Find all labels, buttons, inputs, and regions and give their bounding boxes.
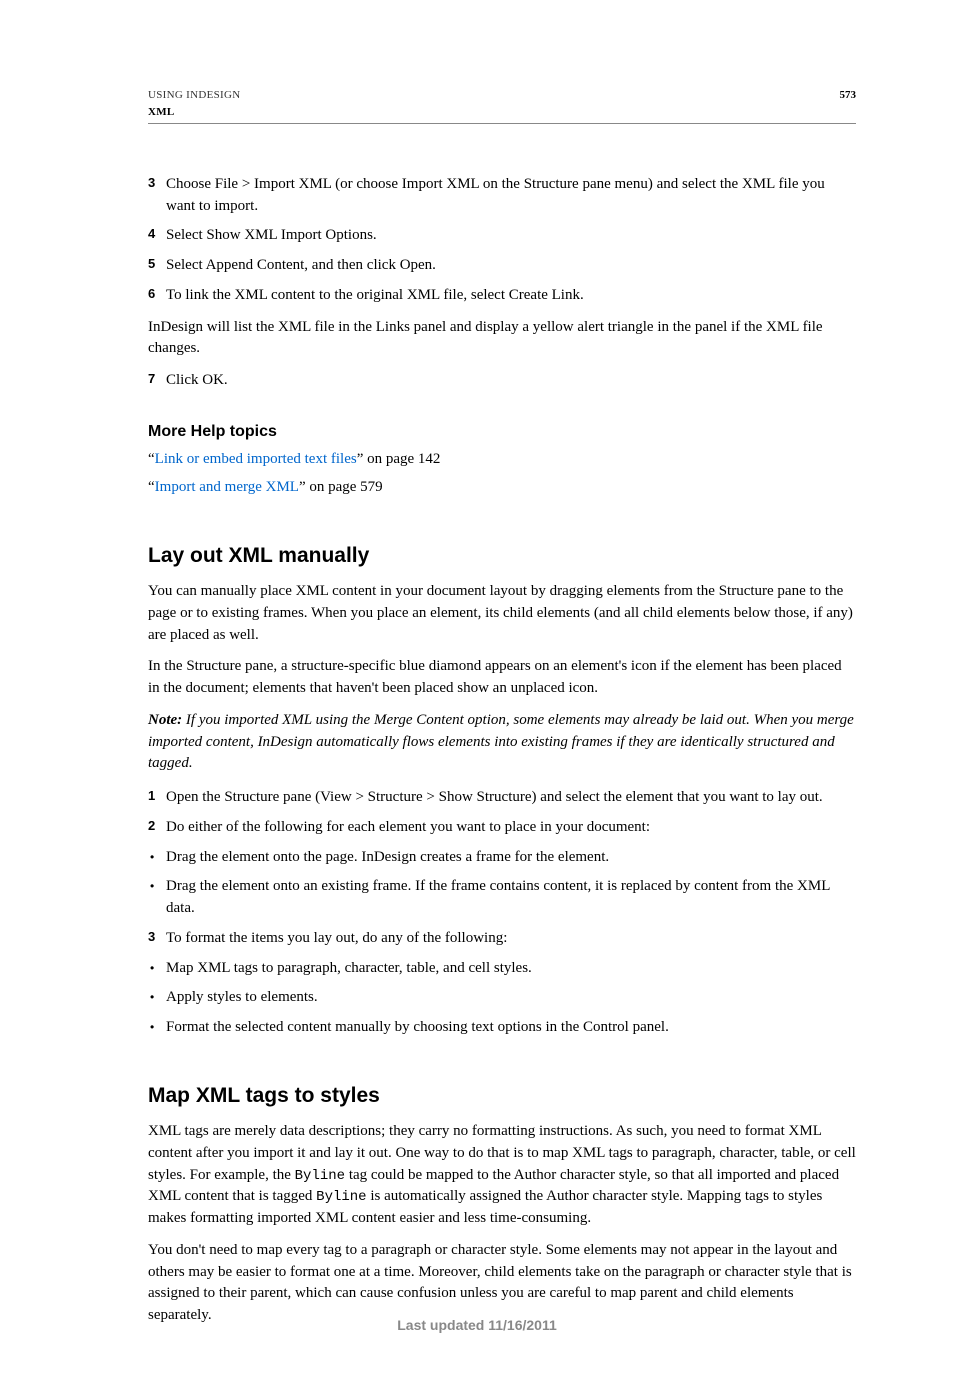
bullet-icon: •: [150, 989, 154, 1006]
step-list-section1: 1 Open the Structure pane (View > Struct…: [148, 787, 856, 1039]
bullet-text: Drag the element onto an existing frame.…: [166, 878, 830, 916]
quote-open: “: [148, 479, 155, 495]
link-suffix: ” on page 579: [299, 479, 383, 495]
note-label: Note:: [148, 712, 182, 728]
bullet-item: • Drag the element onto the page. InDesi…: [148, 847, 856, 869]
section-heading-map-tags: Map XML tags to styles: [148, 1081, 856, 1111]
body-paragraph: In the Structure pane, a structure-speci…: [148, 656, 856, 700]
step-number: 7: [148, 370, 155, 389]
step-item: 6 To link the XML content to the origina…: [148, 285, 856, 307]
help-link[interactable]: Import and merge XML: [155, 479, 299, 495]
step-text: To link the XML content to the original …: [166, 287, 584, 303]
step-text: Open the Structure pane (View > Structur…: [166, 789, 823, 805]
bullet-item: • Map XML tags to paragraph, character, …: [148, 958, 856, 980]
step-item: 2 Do either of the following for each el…: [148, 817, 856, 839]
bullet-icon: •: [150, 878, 154, 895]
step-number: 5: [148, 255, 155, 274]
step-item: 7 Click OK.: [148, 370, 856, 392]
step-list-top: 3 Choose File > Import XML (or choose Im…: [148, 174, 856, 307]
help-link[interactable]: Link or embed imported text files: [155, 451, 357, 467]
step-list-7: 7 Click OK.: [148, 370, 856, 392]
step-text: Select Show XML Import Options.: [166, 227, 377, 243]
code-inline: Byline: [316, 1189, 366, 1205]
step-item: 5 Select Append Content, and then click …: [148, 255, 856, 277]
bullet-text: Drag the element onto the page. InDesign…: [166, 849, 609, 865]
note-paragraph: Note: If you imported XML using the Merg…: [148, 710, 856, 775]
step-number: 6: [148, 285, 155, 304]
page-number: 573: [840, 88, 857, 104]
bullet-item: • Format the selected content manually b…: [148, 1017, 856, 1039]
content-area: 3 Choose File > Import XML (or choose Im…: [148, 174, 856, 1327]
quote-open: “: [148, 451, 155, 467]
body-paragraph: You can manually place XML content in yo…: [148, 581, 856, 646]
page: USING INDESIGN XML 573 3 Choose File > I…: [0, 0, 954, 1377]
header-book-title: USING INDESIGN: [148, 88, 241, 104]
bullet-text: Format the selected content manually by …: [166, 1019, 669, 1035]
step-number: 4: [148, 225, 155, 244]
bullet-item: • Drag the element onto an existing fram…: [148, 876, 856, 920]
step-item: 4 Select Show XML Import Options.: [148, 225, 856, 247]
step-text: Select Append Content, and then click Op…: [166, 257, 436, 273]
help-link-line: “Link or embed imported text files” on p…: [148, 449, 856, 471]
bullet-icon: •: [150, 1019, 154, 1036]
bullet-text: Apply styles to elements.: [166, 989, 318, 1005]
step-number: 3: [148, 174, 155, 193]
bullet-text: Map XML tags to paragraph, character, ta…: [166, 960, 532, 976]
page-header: USING INDESIGN XML 573: [148, 88, 856, 124]
step-text: To format the items you lay out, do any …: [166, 930, 507, 946]
header-section-title: XML: [148, 105, 241, 121]
bullet-icon: •: [150, 849, 154, 866]
step-number: 3: [148, 928, 155, 947]
body-paragraph: InDesign will list the XML file in the L…: [148, 317, 856, 361]
body-paragraph: XML tags are merely data descriptions; t…: [148, 1121, 856, 1230]
bullet-item: • Apply styles to elements.: [148, 987, 856, 1009]
step-number: 1: [148, 787, 155, 806]
step-item: 1 Open the Structure pane (View > Struct…: [148, 787, 856, 809]
note-text: If you imported XML using the Merge Cont…: [148, 712, 854, 772]
step-number: 2: [148, 817, 155, 836]
step-text: Choose File > Import XML (or choose Impo…: [166, 176, 825, 214]
step-item: 3 To format the items you lay out, do an…: [148, 928, 856, 950]
header-left: USING INDESIGN XML: [148, 88, 241, 121]
bullet-icon: •: [150, 960, 154, 977]
help-link-line: “Import and merge XML” on page 579: [148, 477, 856, 499]
footer-last-updated: Last updated 11/16/2011: [0, 1315, 954, 1335]
step-text: Do either of the following for each elem…: [166, 819, 650, 835]
code-inline: Byline: [295, 1168, 345, 1184]
section-heading-layout-xml: Lay out XML manually: [148, 541, 856, 571]
step-item: 3 Choose File > Import XML (or choose Im…: [148, 174, 856, 218]
link-suffix: ” on page 142: [357, 451, 441, 467]
more-help-heading: More Help topics: [148, 420, 856, 443]
step-text: Click OK.: [166, 372, 228, 388]
